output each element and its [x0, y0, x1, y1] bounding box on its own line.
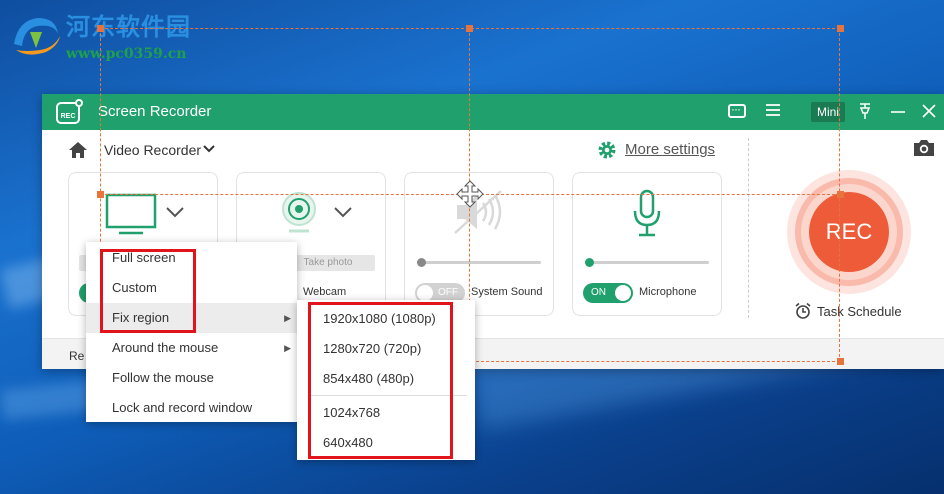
fix-region-submenu: 1920x1080 (1080p) 1280x720 (720p) 854x48…: [297, 300, 475, 460]
menu-item-around-the-mouse[interactable]: Around the mouse ▶: [86, 333, 297, 363]
chevron-down-icon[interactable]: [202, 142, 216, 156]
submenu-arrow-icon: ▶: [284, 313, 291, 323]
submenu-item-label: 854x480 (480p): [323, 371, 415, 386]
submenu-item-1024x768[interactable]: 1024x768: [297, 398, 475, 428]
toggle-label-off: OFF: [438, 287, 458, 298]
move-cursor-icon[interactable]: [456, 180, 484, 208]
submenu-item-label: 1024x768: [323, 405, 381, 420]
toggle-label-on: ON: [591, 287, 606, 298]
microphone-icon[interactable]: [631, 189, 663, 239]
microphone-label: Microphone: [639, 286, 697, 298]
home-icon[interactable]: [68, 140, 88, 160]
feedback-icon[interactable]: [726, 99, 748, 122]
webcam-label: Webcam: [303, 286, 347, 298]
minimize-icon[interactable]: [887, 102, 909, 122]
webcam-icon[interactable]: [279, 191, 319, 235]
watermark: 河东软件园 www.pc0359.cn: [8, 12, 191, 64]
region-resize-handle[interactable]: [837, 358, 844, 365]
menu-item-label: Fix region: [112, 310, 170, 325]
slider-knob[interactable]: [585, 258, 594, 267]
system-sound-label: System Sound: [471, 286, 543, 298]
region-resize-handle[interactable]: [466, 25, 473, 32]
menu-item-label: Around the mouse: [112, 340, 219, 355]
mini-button[interactable]: Mini: [811, 102, 845, 122]
watermark-title: 河东软件园: [66, 12, 191, 41]
submenu-item-854x480[interactable]: 854x480 (480p): [297, 364, 475, 394]
camera-icon[interactable]: [912, 138, 936, 158]
region-resize-handle[interactable]: [97, 25, 104, 32]
app-logo-icon: REC: [56, 99, 83, 124]
menu-item-label: Follow the mouse: [112, 370, 214, 385]
submenu-item-label: 1280x720 (720p): [323, 341, 422, 356]
menu-item-follow-the-mouse[interactable]: Follow the mouse: [86, 363, 297, 393]
title-bar[interactable]: REC Screen Recorder Mini: [42, 94, 944, 130]
submenu-item-label: 1920x1080 (1080p): [323, 311, 436, 326]
close-icon[interactable]: [918, 102, 940, 122]
menu-icon[interactable]: [762, 102, 784, 122]
menu-item-custom[interactable]: Custom: [86, 273, 297, 303]
alarm-clock-icon[interactable]: [794, 302, 812, 320]
submenu-item-1280x720[interactable]: 1280x720 (720p): [297, 334, 475, 364]
chevron-down-icon[interactable]: [165, 205, 185, 219]
gear-icon[interactable]: [597, 140, 617, 160]
slider-knob[interactable]: [417, 258, 426, 267]
watermark-logo-icon: [14, 18, 60, 55]
submenu-item-640x480[interactable]: 640x480: [297, 428, 475, 458]
menu-item-label: Full screen: [112, 250, 176, 265]
menu-item-full-screen[interactable]: Full screen: [86, 243, 297, 273]
task-schedule-link[interactable]: Task Schedule: [817, 304, 902, 319]
pin-icon[interactable]: [854, 102, 876, 122]
bottom-bar-text: Re: [69, 349, 85, 363]
mode-selector[interactable]: Video Recorder: [104, 142, 201, 158]
submenu-divider: [311, 395, 467, 396]
region-resize-handle[interactable]: [837, 25, 844, 32]
watermark-url: www.pc0359.cn: [66, 46, 187, 62]
microphone-volume-slider[interactable]: [585, 258, 709, 267]
region-menu: Full screen Custom Fix region ▶ Around th…: [86, 242, 297, 422]
rec-button-wrap: REC: [787, 170, 911, 294]
more-settings-link[interactable]: More settings: [625, 141, 715, 158]
region-resize-handle[interactable]: [97, 191, 104, 198]
divider: [748, 138, 749, 318]
submenu-item-1920x1080[interactable]: 1920x1080 (1080p): [297, 304, 475, 334]
system-sound-volume-slider[interactable]: [417, 258, 541, 267]
menu-item-fix-region[interactable]: Fix region ▶: [86, 303, 297, 333]
microphone-toggle[interactable]: ON: [583, 283, 633, 303]
submenu-item-label: 640x480: [323, 435, 373, 450]
monitor-icon[interactable]: [105, 193, 159, 235]
chevron-down-icon[interactable]: [333, 205, 353, 219]
menu-item-label: Custom: [112, 280, 157, 295]
rec-button[interactable]: REC: [809, 192, 889, 272]
app-logo-text: REC: [60, 113, 76, 120]
submenu-arrow-icon: ▶: [284, 343, 291, 353]
app-title: Screen Recorder: [98, 103, 212, 120]
menu-item-lock-and-record-window[interactable]: Lock and record window: [86, 393, 297, 423]
menu-item-label: Lock and record window: [112, 400, 253, 415]
region-resize-handle[interactable]: [837, 191, 844, 198]
